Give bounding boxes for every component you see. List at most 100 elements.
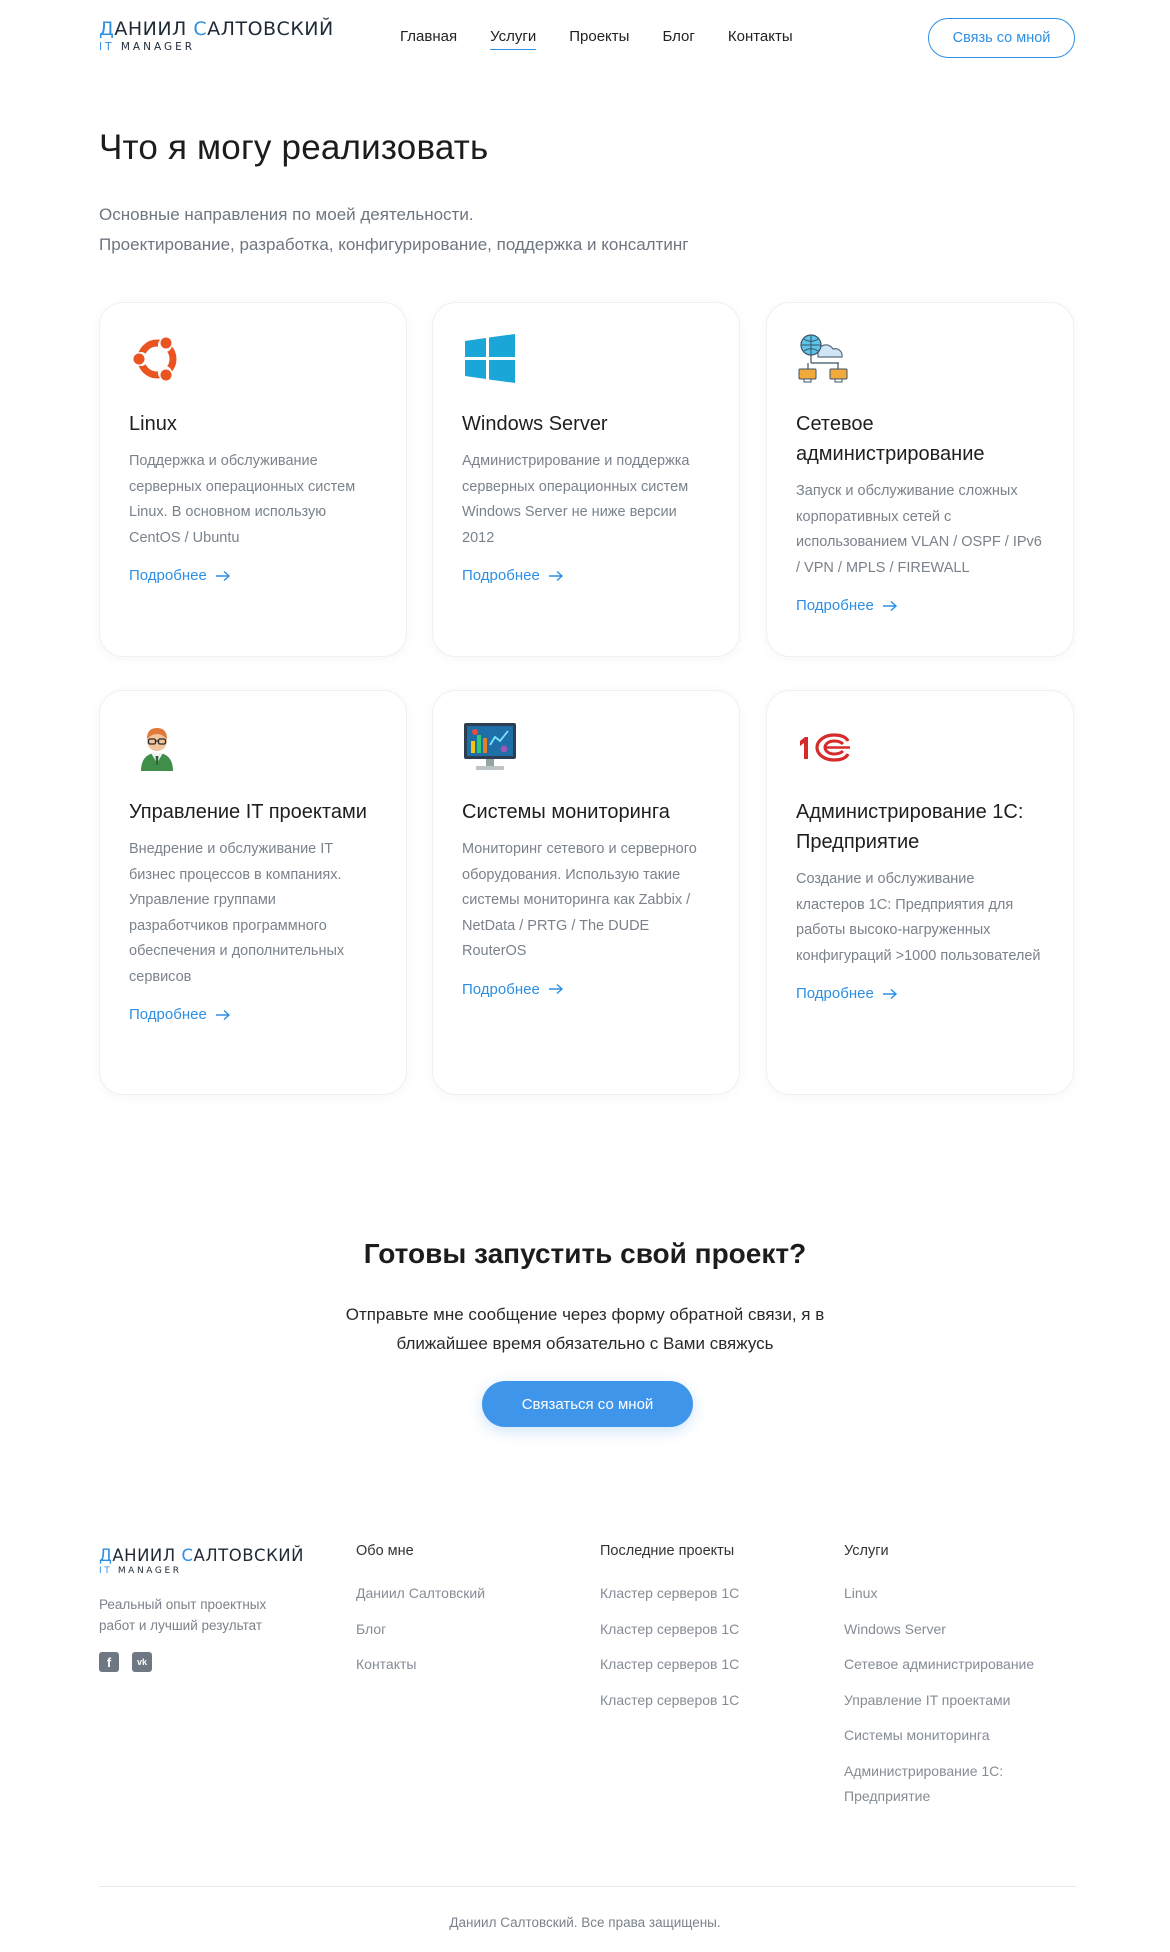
more-link-label: Подробнее bbox=[796, 597, 874, 614]
logo-text: аниил bbox=[112, 1546, 182, 1565]
more-link[interactable]: Подробнее bbox=[129, 567, 231, 584]
cta-text-line: ближайшее время обязательно с Вами свяжу… bbox=[396, 1334, 774, 1353]
service-card-windows-server: Windows Server Администрирование и подде… bbox=[432, 302, 740, 657]
logo-letter: С bbox=[193, 18, 208, 40]
1c-logo-icon bbox=[800, 733, 850, 762]
logo-text: алтовский bbox=[207, 18, 334, 40]
footer-link[interactable]: Администрирование 1С: Предприятие bbox=[844, 1759, 1074, 1810]
service-card-network: Сетевое администрирование Запуск и обслу… bbox=[766, 302, 1074, 657]
ubuntu-icon bbox=[133, 337, 177, 381]
page-subtitle: Основные направления по моей деятельност… bbox=[99, 200, 688, 260]
footer-link[interactable]: Контакты bbox=[356, 1652, 485, 1678]
more-link[interactable]: Подробнее bbox=[129, 1006, 231, 1023]
footer-logo[interactable]: Даниил Салтовский IT MANAGER bbox=[99, 1546, 304, 1576]
card-description: Внедрение и обслуживание IT бизнес проце… bbox=[129, 841, 345, 985]
social-links: f vk bbox=[99, 1652, 152, 1672]
network-cloud-icon bbox=[798, 334, 848, 383]
footer-link[interactable]: Блог bbox=[356, 1617, 485, 1643]
logo-name: Даниил Салтовский bbox=[99, 18, 334, 40]
card-title: Администрирование 1С: Предприятие bbox=[796, 801, 1024, 853]
logo-name: Даниил Салтовский bbox=[99, 1546, 304, 1565]
logo-letter: С bbox=[181, 1546, 194, 1565]
more-link[interactable]: Подробнее bbox=[796, 597, 898, 614]
nav-services[interactable]: Услуги bbox=[490, 28, 537, 50]
card-title: Управление IT проектами bbox=[129, 801, 367, 823]
more-link[interactable]: Подробнее bbox=[796, 985, 898, 1002]
manager-person-icon bbox=[141, 728, 173, 771]
footer-link[interactable]: Windows Server bbox=[844, 1617, 1074, 1643]
arrow-right-icon bbox=[548, 570, 563, 581]
footer-col-services: Услуги Linux Windows Server Сетевое адми… bbox=[844, 1543, 1074, 1820]
card-description: Мониторинг сетевого и серверного оборудо… bbox=[462, 841, 697, 959]
card-description: Администрирование и поддержка серверных … bbox=[462, 453, 690, 546]
service-card-1c: Администрирование 1С: Предприятие Создан… bbox=[766, 690, 1074, 1095]
service-card-linux: Linux Поддержка и обслуживание серверных… bbox=[99, 302, 407, 657]
nav-home[interactable]: Главная bbox=[400, 28, 457, 50]
cta-text: Отправьте мне сообщение через форму обра… bbox=[0, 1300, 1170, 1358]
footer-link[interactable]: Управление IT проектами bbox=[844, 1688, 1074, 1714]
logo-letter: Д bbox=[99, 1546, 113, 1565]
footer-link[interactable]: Кластер серверов 1С bbox=[600, 1581, 739, 1607]
facebook-icon[interactable]: f bbox=[99, 1652, 119, 1672]
card-title: Системы мониторинга bbox=[462, 801, 670, 823]
footer-desc-line: Реальный опыт проектных bbox=[99, 1597, 267, 1612]
footer-link[interactable]: Linux bbox=[844, 1581, 1074, 1607]
footer-link[interactable]: Кластер серверов 1С bbox=[600, 1652, 739, 1678]
logo-sub-text: MANAGER bbox=[112, 1566, 182, 1576]
more-link-label: Подробнее bbox=[462, 980, 540, 998]
service-card-monitoring: Системы мониторинга Мониторинг сетевого … bbox=[432, 690, 740, 1095]
card-title: Windows Server bbox=[462, 413, 608, 435]
main-nav: Главная Услуги Проекты Блог Контакты bbox=[400, 28, 793, 50]
site-header: Даниил Салтовский IT MANAGER Главная Усл… bbox=[0, 0, 1170, 76]
windows-icon bbox=[465, 334, 515, 383]
more-link-label: Подробнее bbox=[462, 567, 540, 584]
monitoring-screen-icon bbox=[464, 723, 516, 770]
logo-subtitle: IT MANAGER bbox=[99, 1566, 304, 1576]
cta-text-line: Отправьте мне сообщение через форму обра… bbox=[345, 1305, 825, 1324]
vk-icon[interactable]: vk bbox=[132, 1652, 152, 1672]
logo-subtitle: IT MANAGER bbox=[99, 41, 334, 53]
card-description: Запуск и обслуживание сложных корпоратив… bbox=[796, 483, 1042, 576]
arrow-right-icon bbox=[882, 988, 897, 999]
footer-link[interactable]: Сетевое администрирование bbox=[844, 1652, 1074, 1678]
subtitle-line: Проектирование, разработка, конфигуриров… bbox=[99, 235, 689, 254]
card-title: Сетевое администрирование bbox=[796, 413, 985, 465]
logo-sub-accent: IT bbox=[99, 1566, 113, 1576]
footer-col-title: Обо мне bbox=[356, 1543, 414, 1559]
arrow-right-icon bbox=[548, 983, 563, 995]
more-link[interactable]: Подробнее bbox=[462, 567, 564, 584]
card-title: Linux bbox=[129, 413, 177, 435]
contact-cta-button[interactable]: Связаться со мной bbox=[482, 1381, 693, 1427]
arrow-right-icon bbox=[215, 1009, 230, 1020]
nav-blog[interactable]: Блог bbox=[662, 28, 694, 50]
logo-text: алтовский bbox=[193, 1546, 304, 1565]
contact-me-button[interactable]: Связь со мной bbox=[928, 18, 1075, 58]
footer-link[interactable]: Кластер серверов 1С bbox=[600, 1688, 739, 1714]
footer-description: Реальный опыт проектных работ и лучший р… bbox=[99, 1594, 266, 1636]
logo-text: аниил bbox=[114, 18, 194, 40]
arrow-right-icon bbox=[215, 570, 230, 581]
page-title: Что я могу реализовать bbox=[99, 128, 489, 167]
footer-divider bbox=[99, 1886, 1076, 1887]
footer-link[interactable]: Системы мониторинга bbox=[844, 1723, 1074, 1749]
nav-contacts[interactable]: Контакты bbox=[728, 28, 793, 50]
footer-col-title: Последние проекты bbox=[600, 1543, 735, 1559]
more-link-label: Подробнее bbox=[129, 567, 207, 584]
logo[interactable]: Даниил Салтовский IT MANAGER bbox=[99, 18, 334, 53]
logo-letter: Д bbox=[99, 18, 115, 40]
logo-sub-text: MANAGER bbox=[114, 41, 196, 53]
more-link[interactable]: Подробнее bbox=[462, 981, 564, 998]
card-description: Поддержка и обслуживание серверных опера… bbox=[129, 453, 356, 546]
subtitle-line: Основные направления по моей деятельност… bbox=[99, 205, 474, 224]
footer-link[interactable]: Даниил Салтовский bbox=[356, 1581, 485, 1607]
logo-sub-accent: IT bbox=[99, 41, 115, 53]
service-card-it-projects: Управление IT проектами Внедрение и обсл… bbox=[99, 690, 407, 1095]
nav-projects[interactable]: Проекты bbox=[569, 28, 629, 50]
more-link-label: Подробнее bbox=[129, 1006, 207, 1023]
footer-link[interactable]: Кластер серверов 1С bbox=[600, 1617, 739, 1643]
footer-desc-line: работ и лучший результат bbox=[99, 1618, 263, 1633]
more-link-label: Подробнее bbox=[796, 985, 874, 1002]
arrow-right-icon bbox=[882, 600, 897, 611]
copyright: Даниил Салтовский. Все права защищены. bbox=[449, 1915, 721, 1930]
cta-title: Готовы запустить свой проект? bbox=[363, 1238, 807, 1269]
